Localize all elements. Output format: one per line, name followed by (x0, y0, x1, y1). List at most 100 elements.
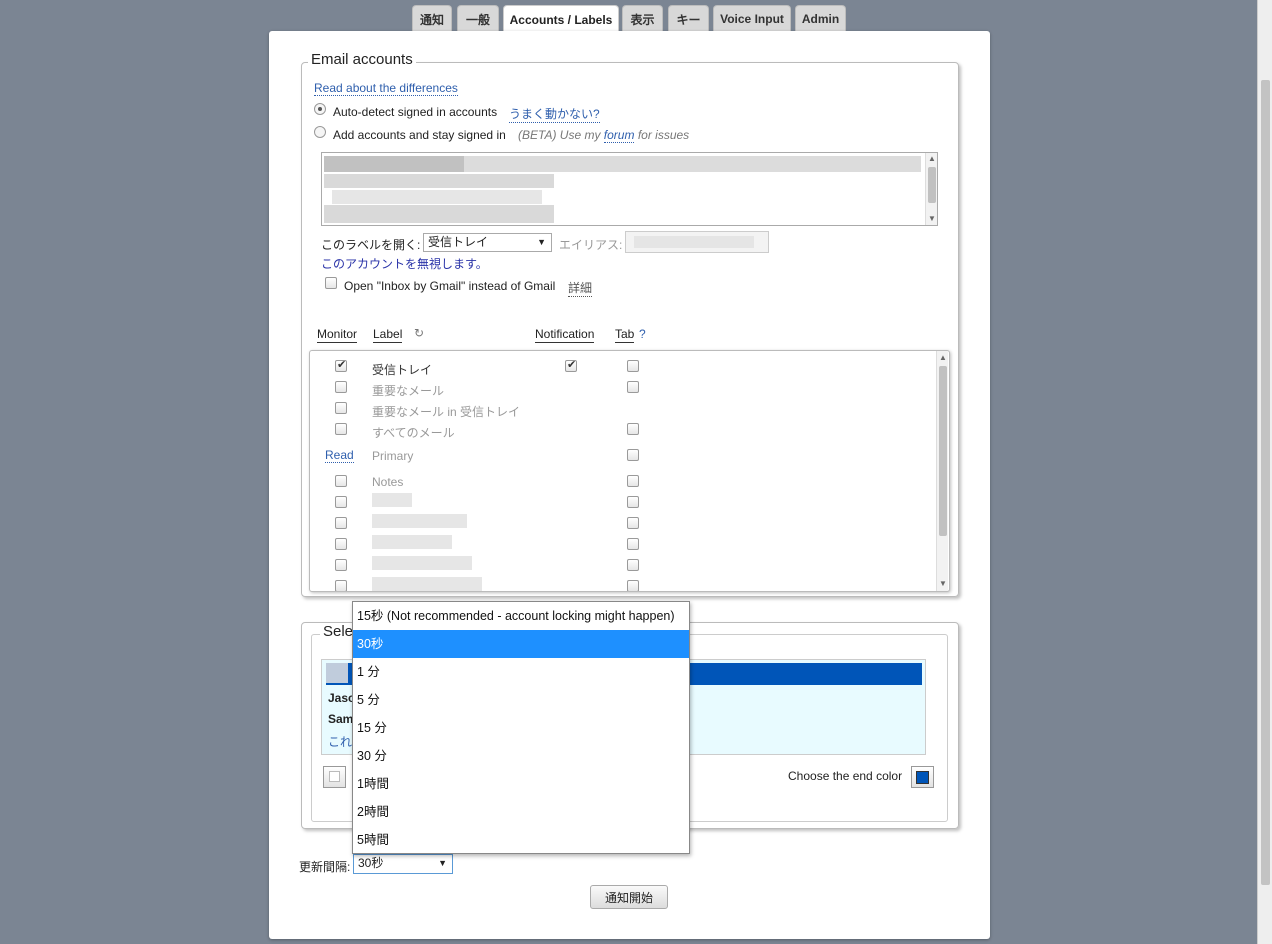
tab-general[interactable]: 一般 (457, 5, 499, 32)
ignore-account-link[interactable]: このアカウントを無視します。 (321, 255, 488, 272)
monitor-checkbox[interactable] (335, 402, 347, 414)
scroll-down-icon[interactable]: ▼ (928, 214, 936, 223)
details-link[interactable]: 詳細 (568, 279, 593, 297)
window-scrollbar[interactable] (1257, 0, 1272, 944)
tab-admin[interactable]: Admin (795, 5, 846, 32)
monitor-checkbox[interactable] (335, 475, 347, 487)
monitor-checkbox[interactable] (335, 381, 347, 393)
tab-keys[interactable]: キー (668, 5, 709, 32)
monitor-checkbox[interactable] (335, 358, 347, 372)
tab-checkbox[interactable] (627, 423, 639, 435)
select-legend: Sele (320, 623, 357, 640)
labels-list: 受信トレイ 重要なメール 重要なメール in 受信トレイ すべてのメール Rea… (309, 350, 950, 592)
redaction-block (324, 205, 554, 223)
open-label-select[interactable]: 受信トレイ ▼ (423, 233, 552, 252)
auto-detect-radio[interactable] (314, 103, 326, 115)
interval-option[interactable]: 30 分 (353, 742, 689, 770)
redaction-block (332, 190, 542, 204)
alias-caption: エイリアス: (559, 238, 623, 252)
label-name: Notes (372, 475, 404, 489)
scroll-thumb[interactable] (939, 366, 947, 536)
window-scroll-thumb[interactable] (1261, 80, 1270, 885)
redaction-block (372, 535, 452, 549)
interval-option[interactable]: 15秒 (Not recommended - account locking m… (353, 602, 689, 630)
interval-select[interactable]: 30秒 ▼ (353, 854, 453, 874)
preview-row-2: Sam (328, 712, 354, 726)
interval-value: 30秒 (358, 856, 384, 870)
tab-checkbox[interactable] (627, 559, 639, 571)
label-name: 重要なメール (372, 384, 445, 398)
read-differences-link[interactable]: Read about the differences (314, 81, 458, 96)
label-name: すべてのメール (372, 426, 455, 440)
auto-detect-label: Auto-detect signed in accounts (333, 105, 498, 119)
account-list-scrollbar[interactable]: ▲ ▼ (925, 153, 937, 225)
col-tab: Tab (615, 327, 635, 343)
interval-option-selected[interactable]: 30秒 (353, 630, 689, 658)
redaction-block (324, 156, 464, 172)
preview-row-3: これ (328, 735, 353, 749)
redaction-block (372, 577, 482, 591)
label-name: Primary (372, 449, 414, 463)
start-color-picker[interactable] (323, 766, 346, 788)
chevron-down-icon: ▼ (537, 237, 546, 247)
add-accounts-radio[interactable] (314, 126, 326, 138)
interval-option[interactable]: 1時間 (353, 770, 689, 798)
inbox-by-gmail-checkbox[interactable] (325, 277, 337, 289)
redaction-block (324, 174, 554, 188)
tab-accounts-labels[interactable]: Accounts / Labels (503, 5, 619, 33)
tab-notify[interactable]: 通知 (412, 5, 452, 32)
color-swatch-icon (329, 771, 340, 782)
scroll-thumb[interactable] (928, 167, 936, 203)
inbox-by-gmail-label: Open "Inbox by Gmail" instead of Gmail (344, 279, 556, 293)
scroll-up-icon[interactable]: ▲ (928, 154, 936, 163)
redaction-block (372, 556, 472, 570)
redaction-block (634, 236, 754, 248)
alias-input[interactable] (625, 231, 769, 253)
interval-option[interactable]: 5 分 (353, 686, 689, 714)
tab-checkbox[interactable] (627, 381, 639, 393)
beta-note-pre: (BETA) Use my (518, 128, 601, 142)
open-label-value: 受信トレイ (428, 235, 489, 249)
redaction-block (372, 493, 412, 507)
interval-option[interactable]: 15 分 (353, 714, 689, 742)
tab-checkbox[interactable] (627, 360, 639, 372)
interval-label: 更新間隔: (299, 860, 351, 874)
monitor-checkbox[interactable] (335, 496, 347, 508)
refresh-icon[interactable]: ↻ (414, 326, 424, 340)
interval-option[interactable]: 5時間 (353, 826, 689, 854)
beta-note-post: for issues (637, 128, 690, 142)
interval-option[interactable]: 2時間 (353, 798, 689, 826)
tab-checkbox[interactable] (627, 496, 639, 508)
tab-checkbox[interactable] (627, 449, 639, 461)
forum-link[interactable]: forum (603, 128, 635, 143)
tab-help-icon[interactable]: ? (639, 327, 646, 341)
scroll-down-icon[interactable]: ▼ (939, 579, 947, 588)
notification-checkbox[interactable] (565, 358, 577, 372)
preview-row-1: Jasc (328, 691, 355, 705)
monitor-checkbox[interactable] (335, 580, 347, 591)
monitor-checkbox[interactable] (335, 538, 347, 550)
monitor-checkbox[interactable] (335, 517, 347, 529)
tab-checkbox[interactable] (627, 517, 639, 529)
monitor-checkbox[interactable] (335, 559, 347, 571)
account-list[interactable]: ▲ ▼ (321, 152, 938, 226)
add-accounts-label: Add accounts and stay signed in (333, 128, 506, 142)
tab-display[interactable]: 表示 (622, 5, 663, 32)
tab-checkbox[interactable] (627, 475, 639, 487)
open-label-caption: このラベルを開く: (321, 238, 421, 252)
interval-option[interactable]: 1 分 (353, 658, 689, 686)
end-color-picker[interactable] (911, 766, 934, 788)
start-notification-button[interactable]: 通知開始 (590, 885, 668, 909)
monitor-checkbox[interactable] (335, 423, 347, 435)
tab-voice-input[interactable]: Voice Input (713, 5, 791, 32)
read-link[interactable]: Read (325, 448, 354, 463)
tab-checkbox[interactable] (627, 580, 639, 591)
email-accounts-legend: Email accounts (308, 51, 416, 68)
redaction-block (372, 514, 467, 528)
not-working-link[interactable]: うまく動かない? (509, 105, 600, 123)
interval-dropdown-list[interactable]: 15秒 (Not recommended - account locking m… (352, 601, 690, 854)
scroll-up-icon[interactable]: ▲ (939, 353, 947, 362)
col-label: Label (373, 327, 403, 343)
tab-checkbox[interactable] (627, 538, 639, 550)
labels-list-scrollbar[interactable]: ▲ ▼ (936, 351, 948, 591)
